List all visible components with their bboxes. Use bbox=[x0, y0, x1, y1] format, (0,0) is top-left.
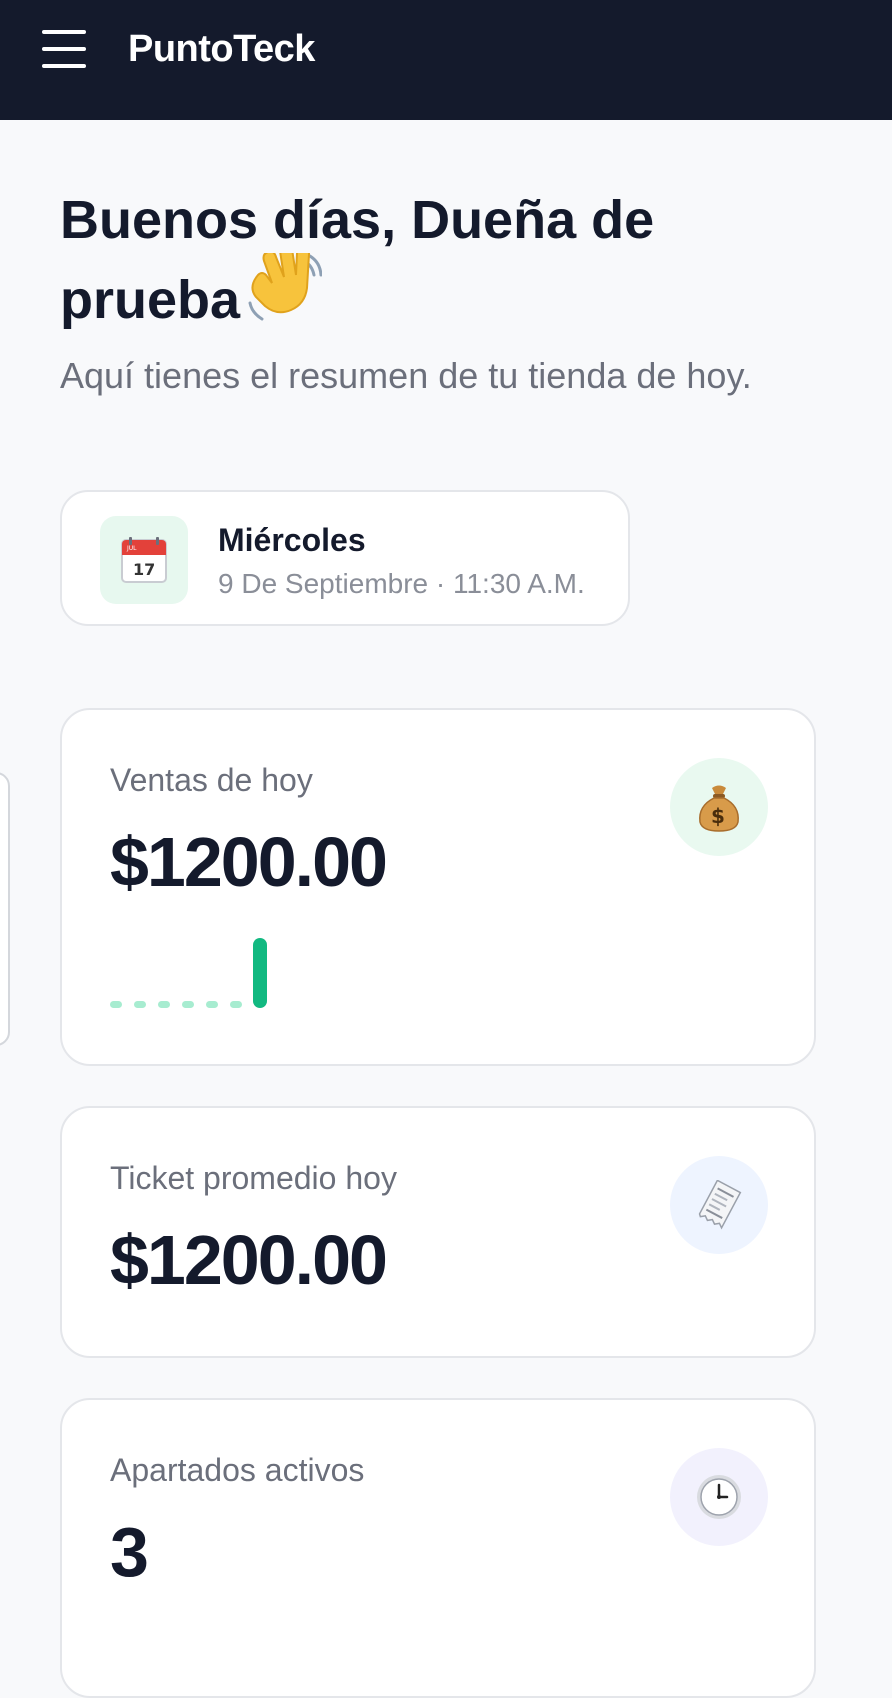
sales-sparkline bbox=[110, 938, 267, 1008]
greeting-heading: Buenos días, Dueña de prueba bbox=[60, 180, 820, 345]
receipt-icon bbox=[670, 1156, 768, 1254]
sparkline-point bbox=[182, 1001, 194, 1008]
sparkline-point bbox=[158, 1001, 170, 1008]
date-time: 9 De Septiembre · 11:30 A.M. bbox=[218, 568, 585, 599]
svg-text:$: $ bbox=[711, 804, 725, 828]
stat-value: $1200.00 bbox=[110, 823, 388, 901]
stat-card-ticket-promedio[interactable]: Ticket promedio hoy $1200.00 bbox=[60, 1106, 816, 1358]
svg-text:JUL: JUL bbox=[126, 545, 137, 552]
top-app-bar: PuntoTeck bbox=[0, 0, 892, 120]
day-name: Miércoles bbox=[218, 522, 366, 558]
date-card: JUL 17 Miércoles 9 De Septiembre · 11:30… bbox=[60, 490, 630, 626]
sparkline-bar bbox=[253, 938, 267, 1008]
stat-label: Ticket promedio hoy bbox=[110, 1160, 397, 1196]
stat-card-apartados-activos[interactable]: Apartados activos 3 bbox=[60, 1398, 816, 1698]
brand-logo-text: PuntoTeck bbox=[128, 28, 315, 70]
money-bag-icon: $ bbox=[670, 758, 768, 856]
clock-icon bbox=[670, 1448, 768, 1546]
greeting-subtitle: Aquí tienes el resumen de tu tienda de h… bbox=[60, 355, 752, 396]
sparkline-point bbox=[110, 1001, 122, 1008]
stat-value: $1200.00 bbox=[110, 1221, 388, 1299]
sparkline-point bbox=[134, 1001, 146, 1008]
stat-value: 3 bbox=[110, 1513, 149, 1591]
offscreen-panel-edge bbox=[0, 772, 10, 1046]
hamburger-menu-icon[interactable] bbox=[40, 26, 88, 72]
waving-hand-icon bbox=[246, 241, 323, 345]
calendar-icon: JUL 17 bbox=[100, 516, 188, 604]
greeting-text: Buenos días, Dueña de prueba bbox=[60, 190, 655, 330]
stat-card-ventas-hoy[interactable]: Ventas de hoy $1200.00 $ bbox=[60, 708, 816, 1066]
stat-label: Ventas de hoy bbox=[110, 762, 313, 798]
sparkline-point bbox=[206, 1001, 218, 1008]
sparkline-point bbox=[230, 1001, 242, 1008]
stat-label: Apartados activos bbox=[110, 1452, 365, 1488]
svg-text:17: 17 bbox=[133, 560, 155, 579]
